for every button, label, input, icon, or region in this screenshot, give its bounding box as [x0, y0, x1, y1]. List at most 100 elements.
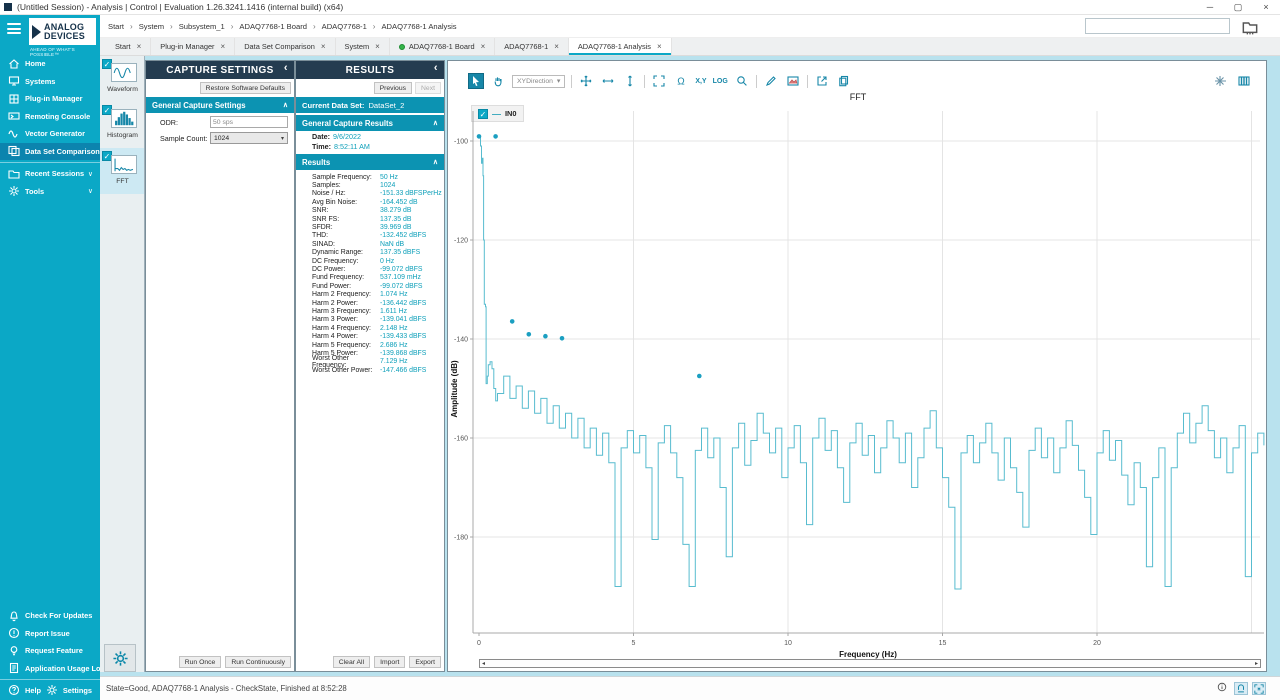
odr-input[interactable]	[210, 116, 288, 128]
chevron-down-icon: ∨	[88, 170, 93, 178]
datacomp-icon	[8, 145, 20, 157]
tab-start[interactable]: Start ×	[106, 38, 151, 55]
move-icon[interactable]	[578, 73, 594, 89]
close-tab-icon[interactable]: ×	[137, 42, 142, 51]
close-tab-icon[interactable]: ×	[221, 42, 226, 51]
cursor-icon[interactable]	[468, 73, 484, 89]
module-fft[interactable]: ✓ FFT	[100, 148, 144, 194]
search-input[interactable]	[1085, 18, 1230, 34]
settings-button[interactable]: Settings	[46, 684, 92, 696]
breadcrumb-item[interactable]: ADAQ7768-1 Board	[239, 22, 307, 31]
date-value: 9/6/2022	[333, 132, 361, 141]
hamburger-menu-icon[interactable]	[7, 23, 21, 35]
maximize-button[interactable]: ▢	[1224, 0, 1252, 14]
sidebar-item-tools[interactable]: Tools∨	[0, 183, 100, 201]
breadcrumb-item[interactable]: ADAQ7768-1 Analysis	[381, 22, 456, 31]
scroll-right-icon[interactable]: ▸	[1255, 660, 1258, 667]
image-icon[interactable]	[785, 73, 801, 89]
remote-indicator-icon[interactable]	[1234, 682, 1248, 695]
sidebar-item-recent-sessions[interactable]: Recent Sessions∨	[0, 165, 100, 183]
svg-text:Ω: Ω	[678, 77, 686, 88]
close-tab-icon[interactable]: ×	[321, 42, 326, 51]
sidebar-item-request-feature[interactable]: Request Feature	[0, 642, 100, 660]
run-once-button[interactable]: Run Once	[179, 656, 222, 668]
export-icon[interactable]	[814, 73, 830, 89]
chevron-up-icon[interactable]: ∧	[283, 101, 288, 109]
import-button[interactable]: Import	[374, 656, 405, 668]
breadcrumb-item[interactable]: ADAQ7768-1	[322, 22, 367, 31]
close-tab-icon[interactable]: ×	[481, 42, 486, 51]
export-button[interactable]: Export	[409, 656, 441, 668]
close-tab-icon[interactable]: ×	[375, 42, 380, 51]
sidebar-item-application-usage-logging[interactable]: Application Usage Logging	[0, 660, 100, 678]
next-button[interactable]: Next	[415, 82, 441, 94]
scroll-left-icon[interactable]: ◂	[482, 660, 485, 667]
module-waveform[interactable]: ✓ Waveform	[100, 56, 144, 102]
sidebar-item-home[interactable]: Home	[0, 55, 100, 73]
zoom-icon[interactable]	[734, 73, 750, 89]
sample-count-select[interactable]: 1024 ▾	[210, 132, 288, 144]
alert-icon	[8, 627, 20, 639]
sidebar-bottom: Check For Updates Report Issue Request F…	[0, 607, 100, 698]
sidebar-item-report-issue[interactable]: Report Issue	[0, 625, 100, 643]
tab-data-set-comparison[interactable]: Data Set Comparison ×	[235, 38, 335, 55]
vector-icon	[8, 128, 20, 140]
previous-button[interactable]: Previous	[374, 82, 412, 94]
tab-adaq7768-1-analysis[interactable]: ADAQ7768-1 Analysis ×	[569, 38, 672, 55]
expand-icon[interactable]	[651, 73, 667, 89]
analysis-settings-gear-icon[interactable]	[104, 644, 136, 672]
close-button[interactable]: ×	[1252, 0, 1280, 14]
run-continuously-button[interactable]: Run Continuously	[225, 656, 291, 668]
copy-icon[interactable]	[836, 73, 852, 89]
help-icon[interactable]	[8, 684, 20, 696]
general-capture-results-header[interactable]: General Capture Results	[302, 119, 393, 128]
breadcrumb-separator: ›	[373, 22, 376, 31]
breadcrumb-item[interactable]: System	[139, 22, 164, 31]
sidebar-item-data-set-comparison[interactable]: Data Set Comparison	[0, 143, 100, 161]
breadcrumb-item[interactable]: Subsystem_1	[179, 22, 225, 31]
collapse-capture-icon[interactable]: ‹	[284, 62, 288, 74]
result-row: SNR: 38.279 dB	[312, 207, 444, 215]
data-grid-icon[interactable]	[1236, 73, 1252, 89]
v-arrows-icon[interactable]	[622, 73, 638, 89]
chevron-up-icon[interactable]: ∧	[433, 119, 438, 127]
restore-defaults-button[interactable]: Restore Software Defaults	[200, 82, 291, 94]
hand-icon[interactable]	[490, 73, 506, 89]
tab-adaq7768-1[interactable]: ADAQ7768-1 ×	[495, 38, 569, 55]
fft-plot[interactable]: -100-120-140-160-18005101520FFTAmplitude…	[448, 89, 1266, 659]
general-capture-settings-header[interactable]: General Capture Settings	[152, 101, 246, 110]
result-row: Sample Frequency: 50 Hz	[312, 173, 444, 181]
info-icon[interactable]	[1217, 682, 1230, 695]
minimize-button[interactable]: ─	[1196, 0, 1224, 14]
sidebar-item-remoting-console[interactable]: Remoting Console	[0, 108, 100, 126]
breadcrumb-separator: ›	[170, 22, 173, 31]
sidebar-item-check-for-updates[interactable]: Check For Updates	[0, 607, 100, 625]
tab-system[interactable]: System ×	[336, 38, 390, 55]
xy-direction-dropdown[interactable]: XYDirection▾	[512, 75, 565, 88]
pencil-icon[interactable]	[763, 73, 779, 89]
tab-plug-in-manager[interactable]: Plug-in Manager ×	[151, 38, 235, 55]
chevron-up-icon[interactable]: ∧	[433, 158, 438, 166]
clear-all-button[interactable]: Clear All	[333, 656, 370, 668]
collapse-results-icon[interactable]: ‹	[434, 62, 438, 74]
freeze-icon[interactable]	[1212, 73, 1228, 89]
toolbar-log-button[interactable]: LOG	[713, 78, 728, 85]
help-label[interactable]: Help	[25, 686, 41, 695]
systems-icon	[8, 75, 20, 87]
omega-icon[interactable]: Ω	[673, 73, 689, 89]
h-arrows-icon[interactable]	[600, 73, 616, 89]
module-histogram[interactable]: ✓ Histogram	[100, 102, 144, 148]
sidebar-item-plug-in-manager[interactable]: Plug-in Manager	[0, 90, 100, 108]
horizontal-scrollbar[interactable]: ◂ ▸	[479, 659, 1261, 668]
toolbar-xy-button[interactable]: X,Y	[695, 78, 706, 85]
result-row: SNR FS: 137.35 dB	[312, 215, 444, 223]
close-tab-icon[interactable]: ×	[554, 42, 559, 51]
breadcrumb-item[interactable]: Start	[108, 22, 124, 31]
browse-folder-icon[interactable]	[1242, 19, 1258, 33]
fit-window-icon[interactable]	[1252, 682, 1266, 695]
results-section-header[interactable]: Results	[302, 158, 330, 167]
close-tab-icon[interactable]: ×	[657, 42, 662, 51]
sidebar-item-systems[interactable]: Systems	[0, 73, 100, 91]
sidebar-item-vector-generator[interactable]: Vector Generator	[0, 125, 100, 143]
tab-adaq7768-1-board[interactable]: ADAQ7768-1 Board ×	[390, 38, 495, 55]
